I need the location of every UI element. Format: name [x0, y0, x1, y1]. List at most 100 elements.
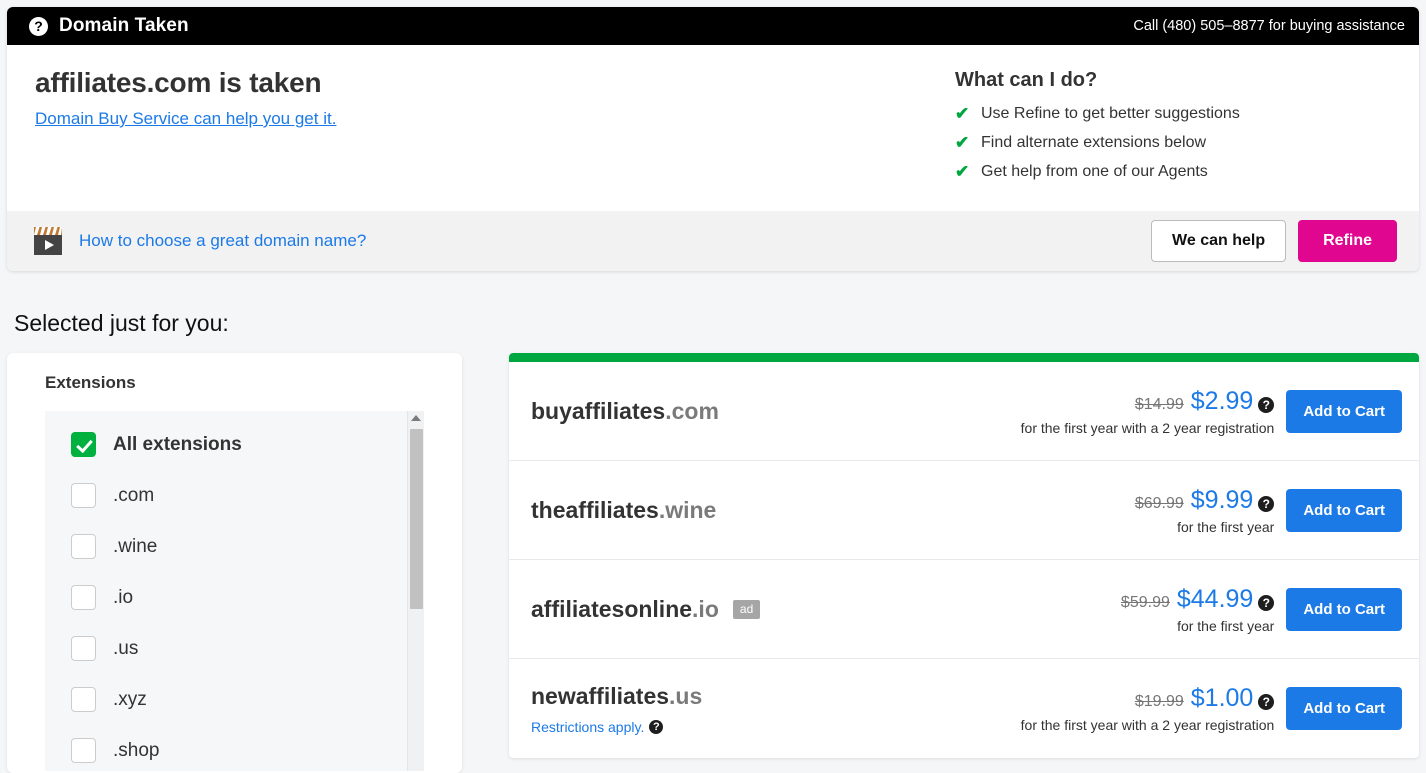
price-sale: $9.99 [1190, 485, 1254, 514]
results-section: Selected just for you: Extensions All ex… [0, 288, 1426, 773]
table-row[interactable]: buyaffiliates .com $14.99 $2.99 ? for th… [509, 362, 1419, 461]
price-help-icon[interactable]: ? [1258, 495, 1275, 512]
ad-badge: ad [732, 599, 761, 619]
what-item-label: Use Refine to get better suggestions [981, 105, 1240, 122]
domain-pricing: $14.99 $2.99 ? for the first year with a… [1021, 387, 1402, 436]
extension-label: All extensions [113, 433, 242, 455]
domain-info: newaffiliates .us Restrictions apply. ? [531, 683, 1021, 735]
check-icon: ✔ [955, 133, 970, 152]
extension-item-io[interactable]: .io [45, 572, 424, 623]
question-circle-icon: ? [29, 16, 48, 36]
price-sale: $2.99 [1190, 386, 1254, 415]
check-icon: ✔ [955, 104, 970, 123]
domain-tld: .wine [658, 496, 717, 523]
extension-label: .xyz [113, 688, 147, 710]
what-item-refine: ✔ Use Refine to get better suggestions [955, 104, 1395, 124]
checkbox-icon[interactable] [71, 585, 96, 610]
domain-tld: .com [665, 397, 719, 424]
price-line: $59.99 $44.99 ? [1121, 584, 1275, 614]
price-line: $69.99 $9.99 ? [1135, 486, 1275, 515]
price-line: $14.99 $2.99 ? [1021, 387, 1275, 416]
what-can-i-do-block: What can I do? ✔ Use Refine to get bette… [955, 67, 1395, 191]
extension-label: .us [113, 637, 139, 659]
video-bar-actions: We can help Refine [1151, 220, 1397, 262]
price-help-icon[interactable]: ? [1258, 694, 1275, 710]
extension-item-com[interactable]: .com [45, 470, 424, 521]
price-term: for the first year [1177, 617, 1275, 634]
table-row[interactable]: newaffiliates .us Restrictions apply. ? … [509, 659, 1419, 758]
price-block: $59.99 $44.99 ? for the first year [1121, 585, 1286, 634]
selected-just-for-you-title: Selected just for you: [14, 310, 229, 336]
checkbox-icon[interactable] [71, 636, 96, 661]
add-to-cart-button[interactable]: Add to Cart [1286, 389, 1402, 433]
add-to-cart-button[interactable]: Add to Cart [1286, 488, 1402, 532]
domain-pricing: $19.99 $1.00 ? for the first year with a… [1021, 684, 1402, 733]
domain-info: theaffiliates .wine [531, 497, 1135, 524]
domain-sld: affiliatesonline [531, 595, 693, 622]
domain-tld: .io [692, 595, 719, 622]
restrictions-note[interactable]: Restrictions apply. ? [531, 719, 1021, 735]
domain-sld: theaffiliates [531, 496, 659, 523]
domain-taken-panel: ? Domain Taken Call (480) 505–8877 for b… [7, 7, 1419, 271]
what-item-label: Get help from one of our Agents [981, 163, 1208, 180]
extension-item-wine[interactable]: .wine [45, 521, 424, 572]
results-accent-bar [509, 353, 1419, 362]
we-can-help-button[interactable]: We can help [1151, 220, 1287, 262]
table-row[interactable]: theaffiliates .wine $69.99 $9.99 ? for t… [509, 461, 1419, 560]
scrollbar-thumb[interactable] [410, 429, 423, 609]
domain-taken-left: affiliates.com is taken Domain Buy Servi… [31, 67, 955, 191]
extensions-title: Extensions [45, 373, 136, 392]
extensions-scrollbar[interactable] [407, 411, 424, 771]
domain-buy-service-link[interactable]: Domain Buy Service can help you get it. [35, 109, 336, 129]
price-block: $69.99 $9.99 ? for the first year [1135, 486, 1287, 535]
price-term: for the first year with a 2 year registr… [1020, 717, 1275, 733]
scroll-up-arrow-icon[interactable] [411, 415, 421, 421]
price-original: $19.99 [1134, 693, 1184, 710]
video-promo-bar: How to choose a great domain name? We ca… [7, 211, 1419, 271]
extension-label: .com [113, 484, 155, 506]
domain-info: buyaffiliates .com [531, 398, 1021, 425]
domain-heading: affiliates.com is taken [35, 67, 322, 98]
domain-taken-body: affiliates.com is taken Domain Buy Servi… [7, 45, 1419, 211]
extension-label: .wine [113, 535, 158, 557]
extension-item-all[interactable]: All extensions [45, 419, 424, 470]
restrictions-help-icon[interactable]: ? [649, 719, 664, 734]
price-term: for the first year with a 2 year registr… [1020, 419, 1275, 436]
extension-item-xyz[interactable]: .xyz [45, 674, 424, 725]
refine-button[interactable]: Refine [1298, 220, 1397, 262]
extension-item-us[interactable]: .us [45, 623, 424, 674]
results-columns: Extensions All extensions .com .wine .io… [0, 353, 1426, 773]
restrictions-label: Restrictions apply. [531, 718, 645, 735]
price-block: $19.99 $1.00 ? for the first year with a… [1021, 684, 1287, 733]
price-help-icon[interactable]: ? [1258, 594, 1275, 611]
clapperboard-play-icon[interactable] [33, 226, 63, 256]
price-original: $14.99 [1134, 395, 1184, 413]
checkbox-icon[interactable] [71, 687, 96, 712]
domain-pricing: $69.99 $9.99 ? for the first year Add to… [1135, 486, 1402, 535]
extensions-panel: Extensions All extensions .com .wine .io… [7, 353, 462, 773]
checkbox-icon[interactable] [71, 483, 96, 508]
add-to-cart-button[interactable]: Add to Cart [1286, 687, 1402, 730]
price-original: $69.99 [1134, 494, 1184, 512]
domain-name[interactable]: theaffiliates .wine [531, 497, 1135, 524]
checkbox-icon[interactable] [71, 738, 96, 763]
check-icon: ✔ [955, 162, 970, 181]
domain-name[interactable]: newaffiliates .us [531, 683, 1021, 710]
price-sale: $44.99 [1176, 584, 1254, 613]
domain-name[interactable]: affiliatesonline .io ad [531, 596, 1121, 623]
price-sale: $1.00 [1190, 684, 1254, 712]
domain-taken-header: ? Domain Taken Call (480) 505–8877 for b… [7, 7, 1419, 45]
buying-assistance-phone: Call (480) 505–8877 for buying assistanc… [1133, 18, 1405, 34]
price-line: $19.99 $1.00 ? [1021, 684, 1275, 713]
table-row[interactable]: affiliatesonline .io ad $59.99 $44.99 ? … [509, 560, 1419, 659]
price-help-icon[interactable]: ? [1258, 396, 1275, 413]
domain-name[interactable]: buyaffiliates .com [531, 398, 1021, 425]
what-item-agents: ✔ Get help from one of our Agents [955, 162, 1395, 182]
what-item-extensions: ✔ Find alternate extensions below [955, 133, 1395, 153]
what-item-label: Find alternate extensions below [981, 134, 1207, 151]
add-to-cart-button[interactable]: Add to Cart [1286, 587, 1402, 631]
video-link[interactable]: How to choose a great domain name? [79, 231, 366, 251]
checkbox-icon[interactable] [71, 432, 96, 457]
extension-item-shop[interactable]: .shop [45, 725, 424, 771]
checkbox-icon[interactable] [71, 534, 96, 559]
